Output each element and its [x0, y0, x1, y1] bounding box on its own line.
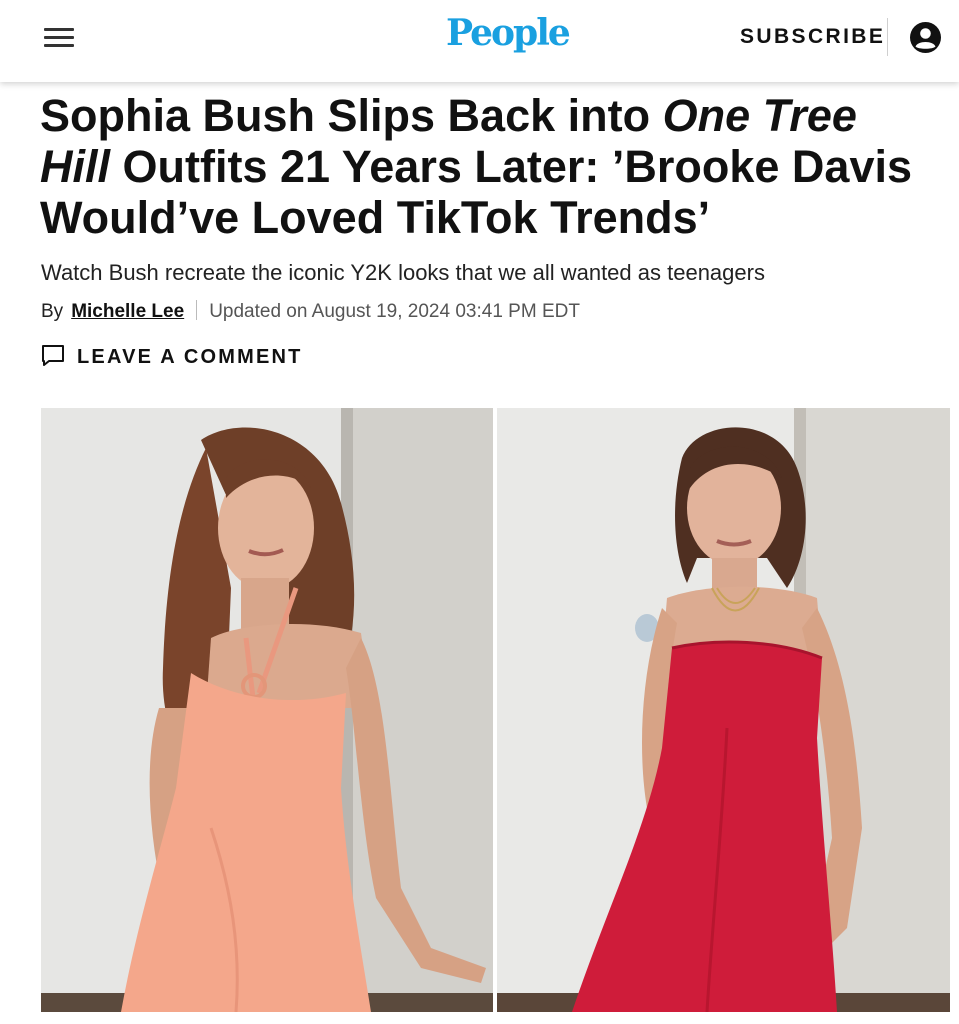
header-divider [887, 18, 888, 56]
title-text-rest: Outfits 21 Years Later: ’Brooke Davis Wo… [40, 141, 913, 243]
article-subtitle: Watch Bush recreate the iconic Y2K looks… [41, 260, 765, 285]
hamburger-menu-icon[interactable] [42, 24, 76, 52]
people-logo[interactable]: People [446, 12, 571, 54]
article-title: Sophia Bush Slips Back into One Tree Hil… [40, 90, 930, 243]
leave-comment-label: LEAVE A COMMENT [77, 346, 303, 368]
subscribe-button[interactable]: SUBSCRIBE [740, 25, 885, 49]
woman-in-peach-halter-dress [41, 408, 493, 1012]
title-text: Sophia Bush Slips Back into [40, 90, 663, 141]
account-circle-icon[interactable] [909, 21, 942, 54]
woman-in-red-strapless-dress [497, 408, 950, 1012]
byline-prefix: By [41, 301, 64, 322]
updated-date: Updated on August 19, 2024 03:41 PM EDT [209, 301, 580, 322]
author-link[interactable]: Michelle Lee [71, 301, 184, 322]
byline-divider [196, 300, 198, 320]
site-header: People SUBSCRIBE [0, 0, 959, 82]
leave-comment-button[interactable]: LEAVE A COMMENT [41, 343, 303, 372]
comment-bubble-icon [41, 343, 65, 372]
byline: By Michelle Lee Updated on August 19, 2024… [41, 300, 580, 323]
